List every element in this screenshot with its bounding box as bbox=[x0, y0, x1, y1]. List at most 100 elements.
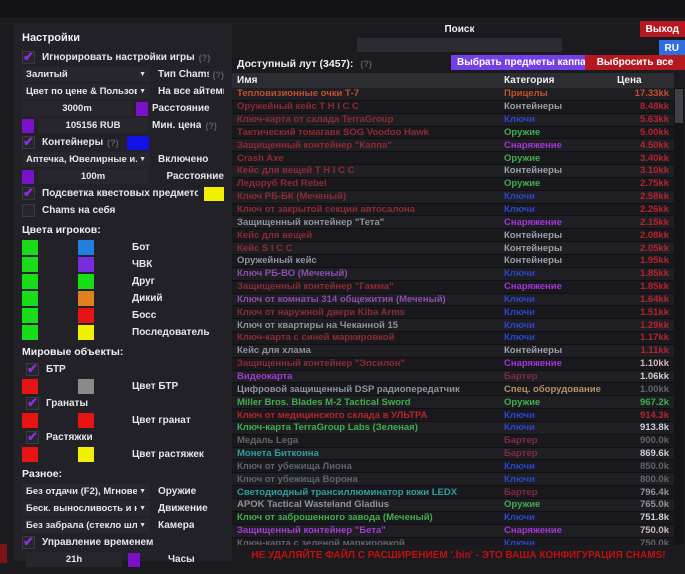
table-row[interactable]: Кейс для хламаКонтейнеры1.11kk bbox=[232, 345, 674, 358]
quest-highlight-checkbox[interactable] bbox=[22, 187, 35, 200]
help-icon[interactable]: (?) bbox=[360, 59, 372, 69]
column-header-price[interactable]: Цена bbox=[612, 75, 674, 86]
chevron-down-icon: ▼ bbox=[139, 505, 146, 512]
drop-all-button[interactable]: Выбросить все bbox=[585, 55, 685, 70]
btr-checkbox[interactable] bbox=[26, 363, 39, 376]
table-row[interactable]: Оружейный кейс T H I C CКонтейнеры8.48kk bbox=[232, 101, 674, 114]
scrollbar-thumb[interactable] bbox=[675, 89, 683, 123]
table-row[interactable]: Медаль LegaБартер900.0k bbox=[232, 435, 674, 448]
hours-input[interactable]: 21h bbox=[26, 552, 122, 567]
chams-self-checkbox[interactable] bbox=[22, 204, 35, 217]
table-row[interactable]: Ключ-карта с зеленой маркировкойКлючи750… bbox=[232, 538, 674, 545]
help-icon[interactable]: (?) bbox=[199, 53, 211, 63]
table-row[interactable]: ВидеокартаБартер1.06kk bbox=[232, 371, 674, 384]
help-icon[interactable]: (?) bbox=[205, 121, 217, 131]
column-header-category[interactable]: Категория bbox=[499, 75, 612, 86]
table-row[interactable]: Защищенный контейнер "Тета"Снаряжение2.1… bbox=[232, 216, 674, 229]
table-row[interactable]: Кейс для вещейКонтейнеры2.08kk bbox=[232, 229, 674, 242]
table-row[interactable]: Тактический томагавк SOG Voodoo HawkОруж… bbox=[232, 127, 674, 140]
containers-color-swatch[interactable] bbox=[127, 136, 149, 150]
table-row[interactable]: Монета БиткоинаБартер869.6k bbox=[232, 448, 674, 461]
player-color-swatch-2[interactable] bbox=[78, 274, 94, 289]
grenade-color-swatch-1[interactable] bbox=[22, 413, 38, 428]
table-row[interactable]: Ключ РБ-ВО (Меченый)Ключи1.85kk bbox=[232, 268, 674, 281]
exit-button[interactable]: Выход bbox=[640, 21, 685, 37]
min-price-color-swatch[interactable] bbox=[22, 119, 34, 133]
table-row[interactable]: Ключ от квартиры на Чеканной 15Ключи1.29… bbox=[232, 319, 674, 332]
table-scrollbar[interactable] bbox=[674, 88, 684, 545]
ignore-game-settings-checkbox[interactable] bbox=[22, 51, 35, 64]
player-color-swatch-2[interactable] bbox=[78, 308, 94, 323]
table-row[interactable]: Ключ-карта от склада TerraGroupКлючи5.63… bbox=[232, 114, 674, 127]
table-row[interactable]: Оружейный кейсКонтейнеры1.95kk bbox=[232, 255, 674, 268]
container-filter-dropdown[interactable]: Аптечка, Ювелирные и... ▼ bbox=[22, 152, 150, 167]
containers-checkbox[interactable] bbox=[22, 136, 35, 149]
column-header-name[interactable]: Имя bbox=[232, 75, 499, 86]
player-color-swatch-2[interactable] bbox=[78, 257, 94, 272]
player-color-swatch-1[interactable] bbox=[22, 291, 38, 306]
movement-dropdown[interactable]: Беск. выносливость и нет уста ▼ bbox=[22, 501, 150, 516]
item-name: Ключ-карта от склада TerraGroup bbox=[232, 114, 499, 125]
table-row[interactable]: Ключ от заброшенного завода (Меченый)Клю… bbox=[232, 512, 674, 525]
color-mode-dropdown[interactable]: Цвет по цене & Пользователь ▼ bbox=[22, 84, 150, 99]
table-row[interactable]: Защищенный контейнер "Бета"Снаряжение750… bbox=[232, 525, 674, 538]
player-color-swatch-1[interactable] bbox=[22, 240, 38, 255]
table-row[interactable]: Защищенный контейнер "Каппа"Снаряжение4.… bbox=[232, 139, 674, 152]
select-kappa-items-button[interactable]: Выбрать предметы каппа bbox=[451, 55, 592, 70]
help-icon[interactable]: (?) bbox=[213, 70, 225, 80]
distance-color-swatch[interactable] bbox=[136, 102, 148, 116]
btr-color-swatch-2[interactable] bbox=[78, 379, 94, 394]
player-color-swatch-2[interactable] bbox=[78, 291, 94, 306]
table-row[interactable]: Crash AxeОружие3.40kk bbox=[232, 152, 674, 165]
player-color-swatch-1[interactable] bbox=[22, 257, 38, 272]
item-price: 914.3k bbox=[612, 410, 674, 421]
table-row[interactable]: Ледоруб Red RebelОружие2.75kk bbox=[232, 178, 674, 191]
item-name: Монета Биткоина bbox=[232, 448, 499, 459]
player-color-swatch-2[interactable] bbox=[78, 325, 94, 340]
table-row[interactable]: Ключ от убежища ВоронаКлючи800.0k bbox=[232, 473, 674, 486]
distance-input[interactable]: 3000m bbox=[22, 101, 132, 116]
container-distance-color-swatch[interactable] bbox=[22, 170, 34, 184]
table-row[interactable]: Тепловизионные очки Т-7Прицелы17.33kk bbox=[232, 88, 674, 101]
table-row[interactable]: Ключ от закрытой секции автосалонаКлючи2… bbox=[232, 204, 674, 217]
table-row[interactable]: Ключ-карта TerraGroup Labs (Зеленая)Ключ… bbox=[232, 422, 674, 435]
grenade-color-swatch-2[interactable] bbox=[78, 413, 94, 428]
help-icon[interactable]: (?) bbox=[107, 138, 119, 148]
weapon-dropdown[interactable]: Без отдачи (F2), Мгновенное п ▼ bbox=[22, 484, 150, 499]
quest-highlight-color-swatch[interactable] bbox=[204, 187, 224, 201]
min-price-input[interactable]: 105156 RUB bbox=[38, 118, 148, 133]
table-row[interactable]: APOK Tactical Wasteland GladiusОружие765… bbox=[232, 499, 674, 512]
player-color-swatch-1[interactable] bbox=[22, 274, 38, 289]
item-name: Кейс S I C C bbox=[232, 243, 499, 254]
table-row[interactable]: Защищенный контейнер "Эпсилон"Снаряжение… bbox=[232, 358, 674, 371]
tripwire-color-swatch-2[interactable] bbox=[78, 447, 94, 462]
player-color-swatch-1[interactable] bbox=[22, 308, 38, 323]
table-row[interactable]: Светодиодный трансиллюминатор кожи LEDXБ… bbox=[232, 486, 674, 499]
table-row[interactable]: Ключ от комнаты 314 общежития (Меченый)К… bbox=[232, 294, 674, 307]
item-name: Ключ от медицинского склада в УЛЬТРА bbox=[232, 410, 499, 421]
table-row[interactable]: Miller Bros. Blades M-2 Tactical SwordОр… bbox=[232, 396, 674, 409]
table-row[interactable]: Ключ от медицинского склада в УЛЬТРАКлюч… bbox=[232, 409, 674, 422]
container-distance-input[interactable]: 100m bbox=[38, 169, 148, 184]
camera-dropdown[interactable]: Без забрала (стекло шлема) ▼ bbox=[22, 518, 150, 533]
table-row[interactable]: Кейс S I C CКонтейнеры2.05kk bbox=[232, 242, 674, 255]
table-row[interactable]: Цифровой защищенный DSP радиопередатчикС… bbox=[232, 383, 674, 396]
table-row[interactable]: Кейс для вещей T H I C CКонтейнеры3.10kk bbox=[232, 165, 674, 178]
grenades-checkbox[interactable] bbox=[26, 397, 39, 410]
search-input[interactable] bbox=[357, 38, 562, 52]
table-row[interactable]: Ключ РБ-БК (Меченый)Ключи2.58kk bbox=[232, 191, 674, 204]
btr-color-swatch-1[interactable] bbox=[22, 379, 38, 394]
chams-type-dropdown[interactable]: Залитый ▼ bbox=[22, 67, 150, 82]
table-row[interactable]: Ключ от убежища ЛионаКлючи850.0k bbox=[232, 460, 674, 473]
language-button[interactable]: RU bbox=[659, 40, 685, 56]
time-control-checkbox[interactable] bbox=[22, 536, 35, 549]
tripwires-checkbox[interactable] bbox=[26, 431, 39, 444]
table-row[interactable]: Ключ от наружной двери Kiba ArmsКлючи1.5… bbox=[232, 306, 674, 319]
table-row[interactable]: Защищенный контейнер "Гамма"Снаряжение1.… bbox=[232, 281, 674, 294]
hours-color-swatch[interactable] bbox=[128, 553, 140, 567]
tripwire-color-swatch-1[interactable] bbox=[22, 447, 38, 462]
player-color-swatch-2[interactable] bbox=[78, 240, 94, 255]
table-row[interactable]: Ключ-карта с синей маркировкойКлючи1.17k… bbox=[232, 332, 674, 345]
container-filter-row: Аптечка, Ювелирные и... ▼ Включено bbox=[22, 152, 224, 167]
player-color-swatch-1[interactable] bbox=[22, 325, 38, 340]
